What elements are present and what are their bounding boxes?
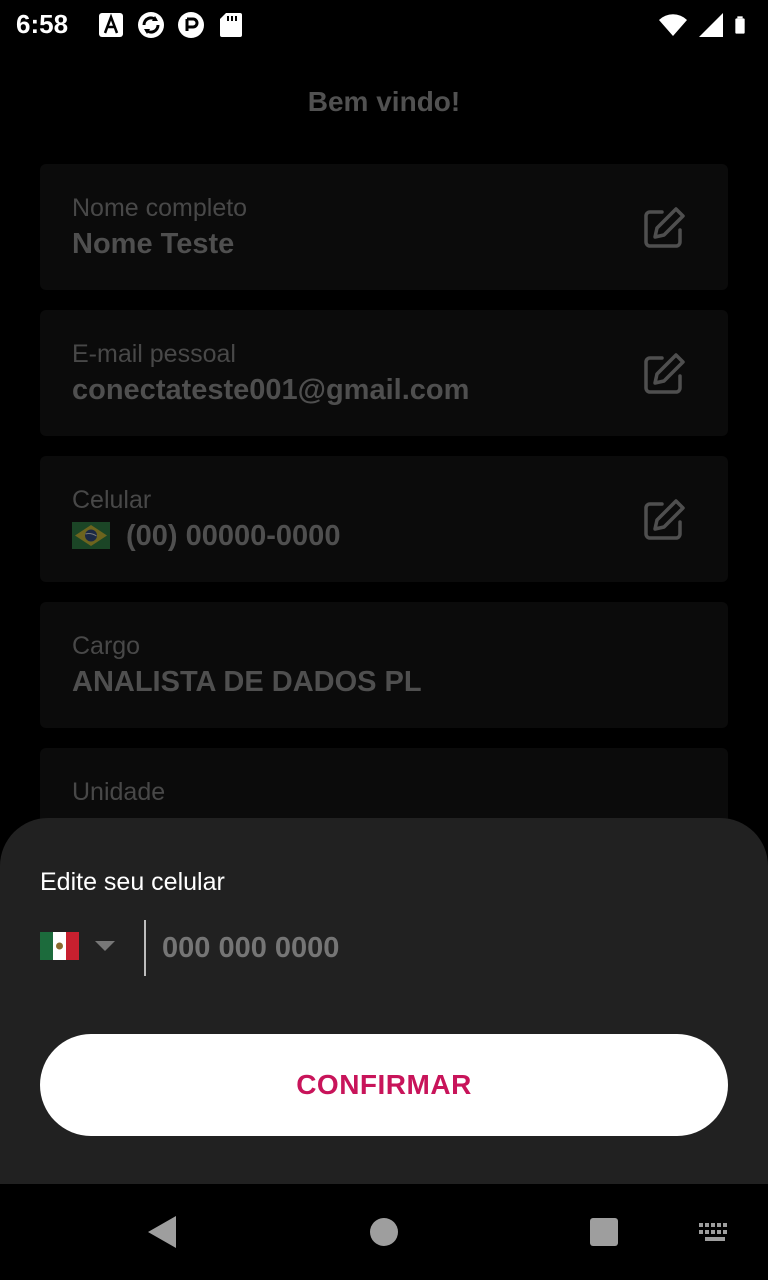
navigation-bar (0, 1184, 768, 1280)
status-time: 6:58 (16, 9, 69, 39)
sd-card-icon (220, 13, 242, 37)
country-picker[interactable] (40, 932, 115, 960)
recents-icon[interactable] (590, 1218, 618, 1246)
input-divider (144, 920, 146, 976)
confirm-button[interactable]: CONFIRMAR (40, 1034, 728, 1136)
keyboard-icon[interactable] (698, 1222, 732, 1244)
notification-icons (96, 10, 246, 40)
battery-icon (735, 16, 745, 34)
sheet-title: Edite seu celular (40, 868, 225, 896)
phone-input[interactable] (162, 926, 722, 970)
chevron-down-icon (95, 941, 115, 951)
system-icons (658, 10, 754, 40)
wifi-icon (659, 14, 687, 36)
signal-icon (699, 13, 723, 37)
status-bar: 6:58 (0, 0, 768, 50)
font-icon (99, 13, 123, 37)
home-icon[interactable] (370, 1218, 398, 1246)
edit-phone-sheet: Edite seu celular CONFIRMAR (0, 818, 768, 1184)
mexico-flag-icon (40, 932, 79, 960)
sync-icon (138, 12, 164, 38)
hand-icon (178, 12, 204, 38)
back-icon[interactable] (146, 1214, 178, 1250)
